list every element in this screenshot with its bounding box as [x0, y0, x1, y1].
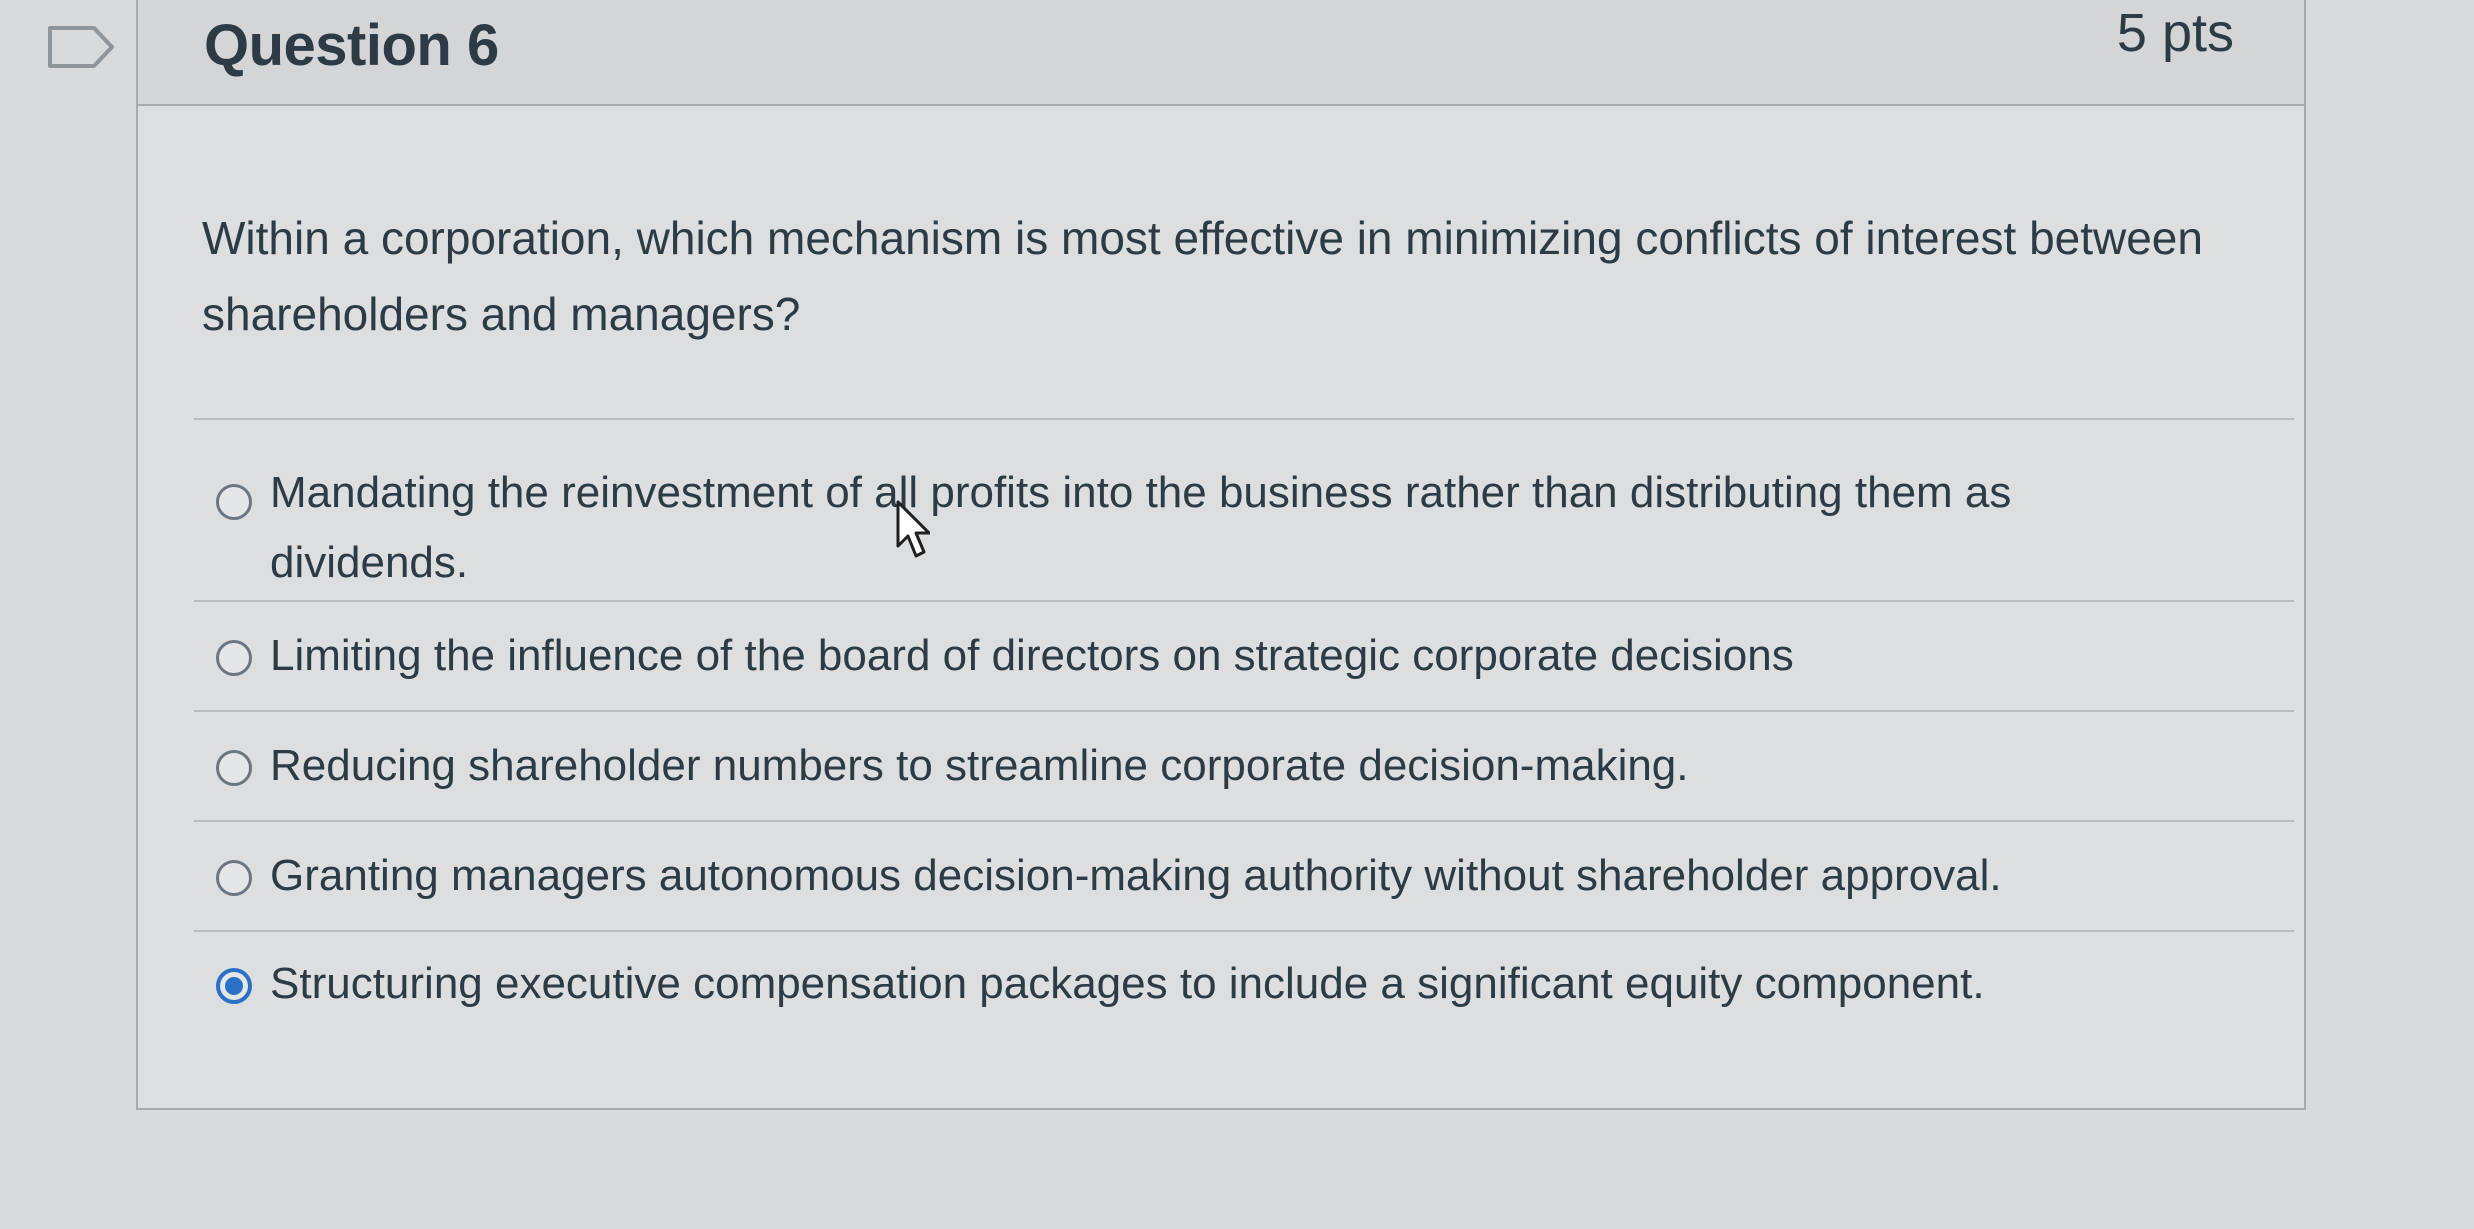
question-text: Within a corporation, which mechanism is… — [202, 212, 2203, 340]
radio-button-icon[interactable] — [216, 484, 252, 520]
radio-button-icon[interactable] — [216, 750, 252, 786]
answer-option-1[interactable]: Mandating the reinvestment of all profit… — [194, 418, 2294, 600]
question-card: Question 6 5 pts Within a corporation, w… — [136, 0, 2306, 1110]
answer-option-2[interactable]: Limiting the influence of the board of d… — [194, 600, 2294, 710]
question-points: 5 pts — [2116, 3, 2234, 63]
radio-button-icon[interactable] — [216, 860, 252, 896]
answer-label[interactable]: Mandating the reinvestment of all profit… — [270, 458, 2144, 598]
question-title: Question 6 — [204, 13, 499, 78]
answer-label[interactable]: Reducing shareholder numbers to streamli… — [270, 731, 2144, 801]
answer-option-4[interactable]: Granting managers autonomous decision-ma… — [194, 820, 2294, 930]
question-header: Question 6 5 pts — [138, 0, 2304, 106]
radio-button-icon[interactable] — [216, 640, 252, 676]
flag-question-icon[interactable] — [46, 24, 116, 70]
answer-list: Mandating the reinvestment of all profit… — [194, 418, 2294, 1040]
answer-label[interactable]: Granting managers autonomous decision-ma… — [270, 841, 2144, 911]
answer-option-3[interactable]: Reducing shareholder numbers to streamli… — [194, 710, 2294, 820]
answer-label[interactable]: Structuring executive compensation packa… — [270, 949, 2144, 1019]
mouse-pointer-icon — [896, 500, 930, 558]
answer-option-5[interactable]: Structuring executive compensation packa… — [194, 930, 2294, 1040]
radio-button-selected-icon[interactable] — [216, 968, 252, 1004]
answer-label[interactable]: Limiting the influence of the board of d… — [270, 621, 2144, 691]
